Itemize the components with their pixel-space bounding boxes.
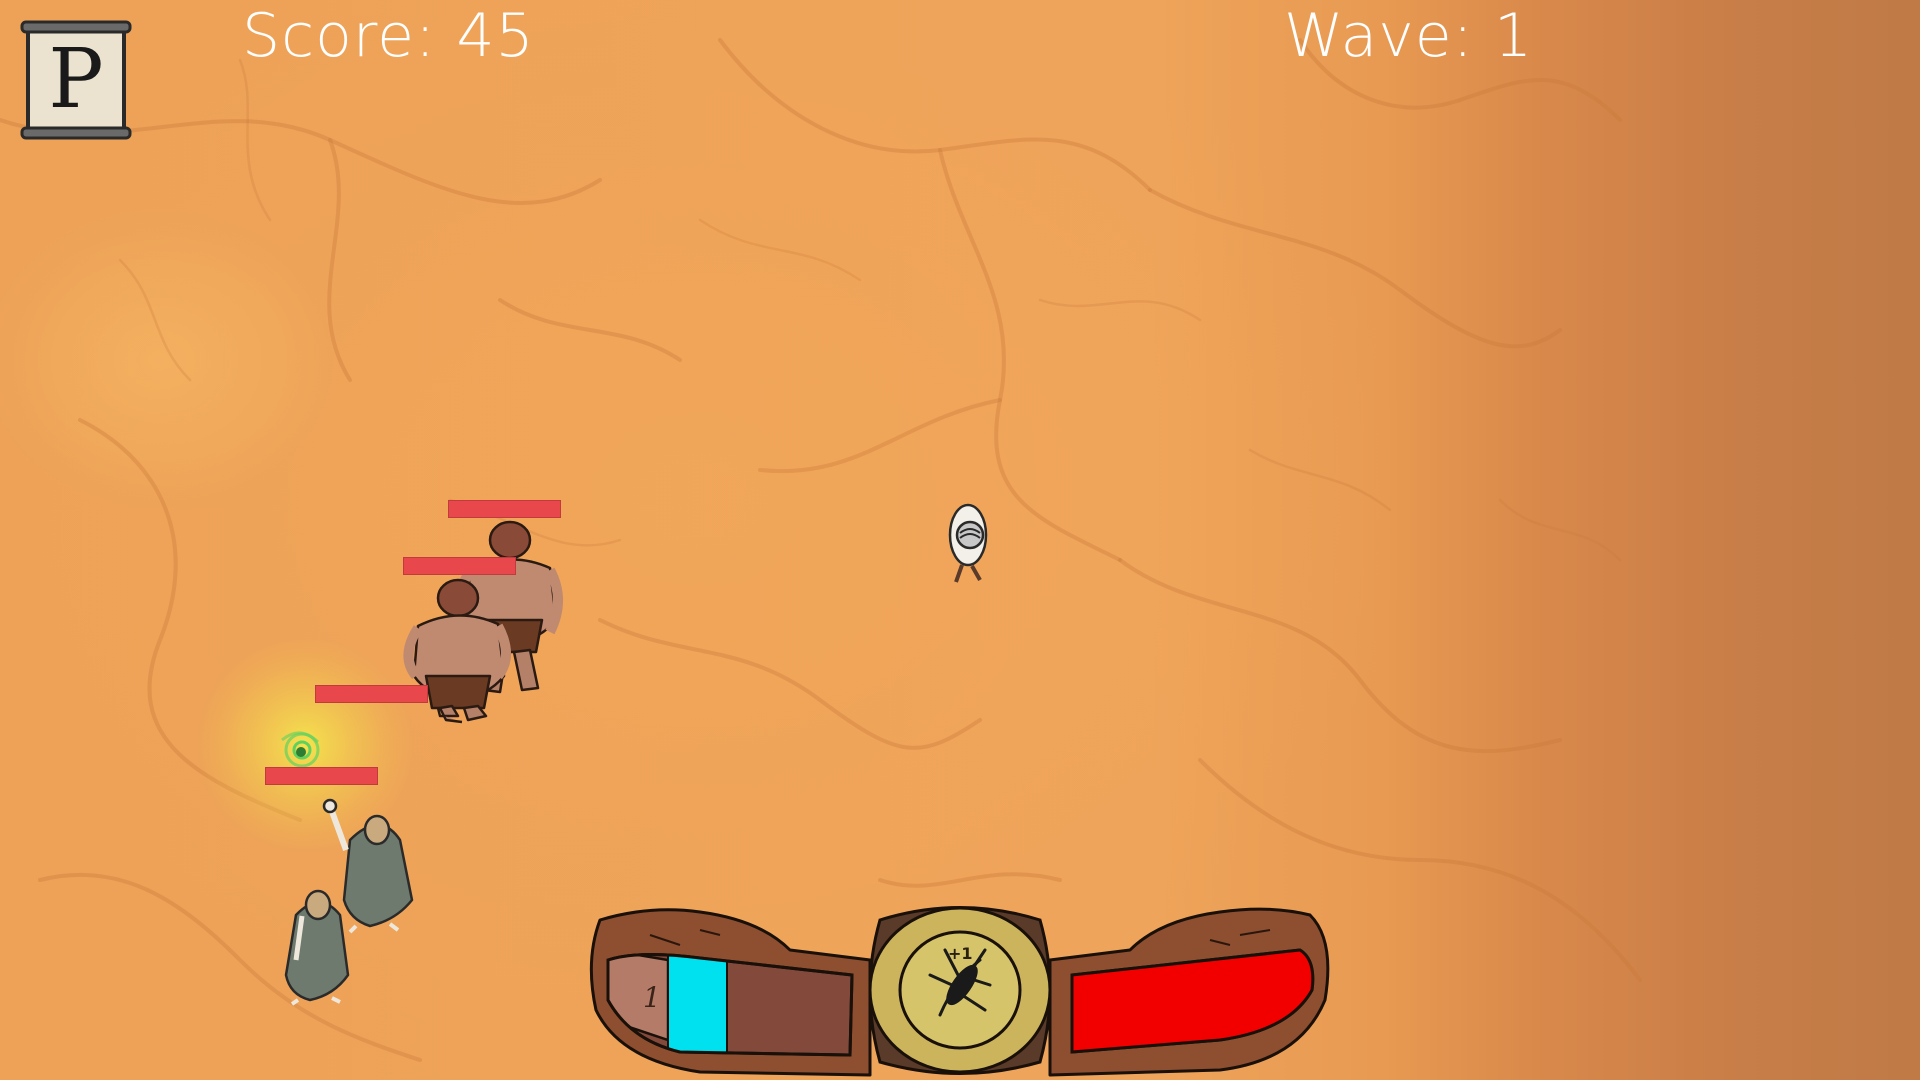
insect-emblem-icon xyxy=(928,948,992,1017)
stack-count: 1 xyxy=(643,981,661,1014)
bonus-label: +1 xyxy=(948,944,973,963)
game-arena[interactable]: P Score: 45 Wave: 1 1 +1 xyxy=(0,0,1920,1080)
